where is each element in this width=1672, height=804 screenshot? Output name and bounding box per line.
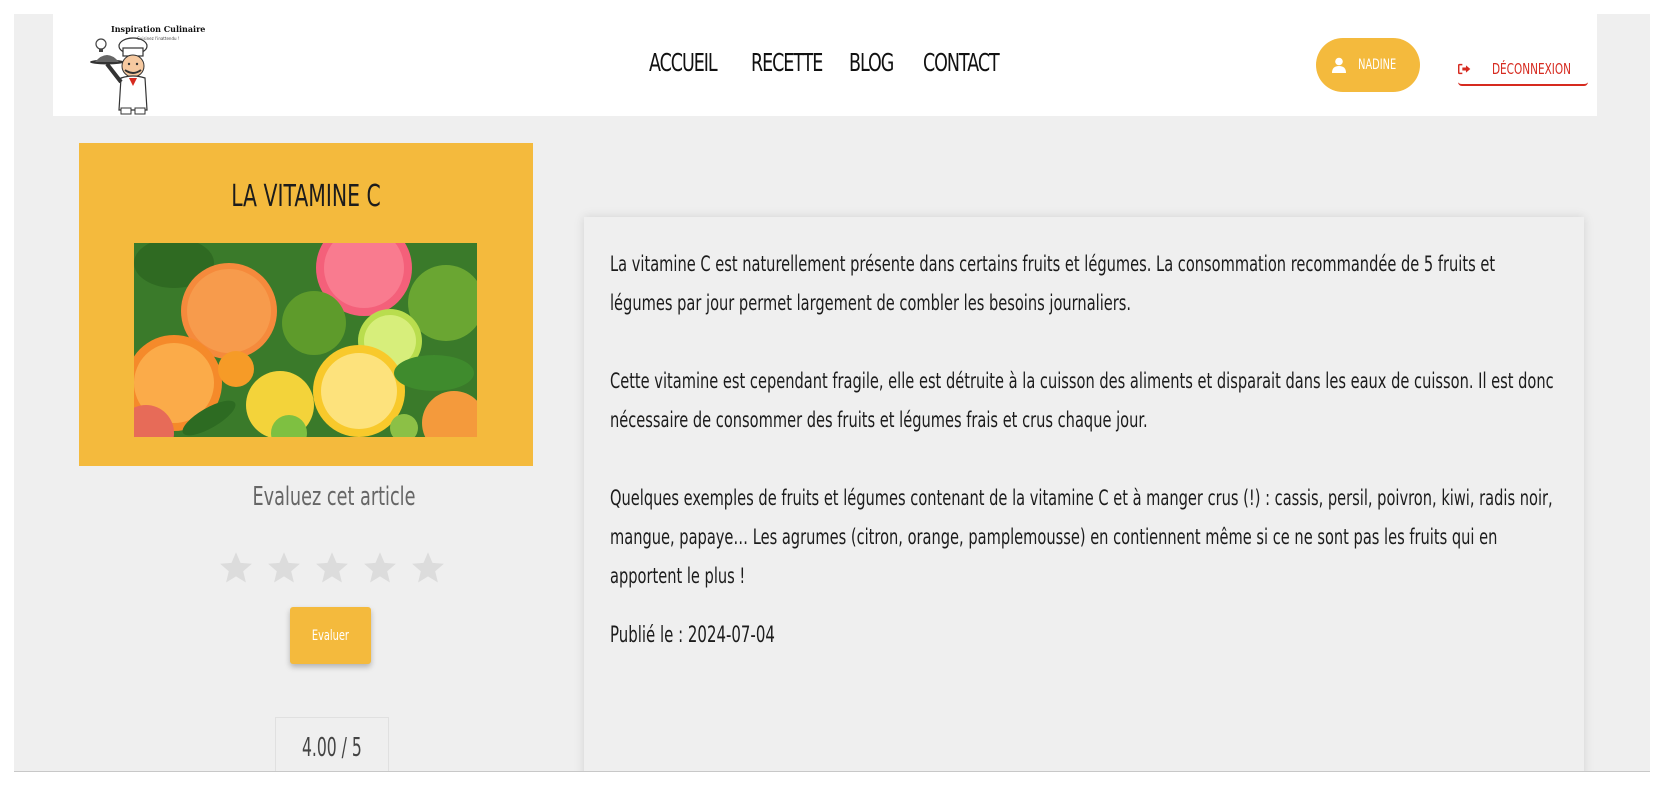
article-title: LA VITAMINE C xyxy=(231,179,381,214)
page-viewport: Inspiration Culinaire Cuisinez l'inatten… xyxy=(14,14,1650,771)
star-icon[interactable] xyxy=(218,550,254,586)
nav-link-recette[interactable]: RECETTE xyxy=(751,48,823,77)
article-paragraph: Quelques exemples de fruits et légumes c… xyxy=(610,486,1553,589)
average-score-box: 4.00 / 5 xyxy=(275,717,389,771)
logo-title: Inspiration Culinaire xyxy=(111,24,206,34)
star-icon[interactable] xyxy=(314,550,350,586)
citrus-fruits-image xyxy=(134,243,477,437)
rating-title: Evaluez cet article xyxy=(252,482,416,512)
article-paragraph: La vitamine C est naturellement présente… xyxy=(610,252,1496,316)
article-body: La vitamine C est naturellement présente… xyxy=(610,245,1555,655)
star-icon[interactable] xyxy=(266,550,302,586)
rate-button-label: Evaluer xyxy=(312,627,349,644)
star-icon[interactable] xyxy=(362,550,398,586)
nav-link-accueil[interactable]: ACCUEIL xyxy=(649,48,718,77)
star-icon[interactable] xyxy=(410,550,446,586)
nav-link-blog[interactable]: BLOG xyxy=(849,48,894,77)
article-header-card: LA VITAMINE C xyxy=(79,143,533,466)
rating-stars xyxy=(218,550,446,586)
site-logo[interactable]: Inspiration Culinaire Cuisinez l'inatten… xyxy=(87,20,205,116)
logout-button[interactable]: DÉCONNEXION xyxy=(1458,54,1588,86)
user-name: NADINE xyxy=(1358,57,1396,73)
article-content-card: La vitamine C est naturellement présente… xyxy=(584,217,1584,771)
navbar: Inspiration Culinaire Cuisinez l'inatten… xyxy=(53,14,1597,116)
sign-out-icon xyxy=(1458,63,1471,75)
rate-submit-button[interactable]: Evaluer xyxy=(290,607,371,664)
article-paragraph: Cette vitamine est cependant fragile, el… xyxy=(610,369,1554,433)
nav-link-contact[interactable]: CONTACT xyxy=(923,48,1000,77)
chef-logo-icon xyxy=(90,37,148,115)
logout-label: DÉCONNEXION xyxy=(1491,60,1572,78)
average-score: 4.00 / 5 xyxy=(302,733,362,763)
page-bottom-border xyxy=(14,771,1650,772)
main-nav: ACCUEIL RECETTE BLOG CONTACT xyxy=(649,48,1003,77)
logo-subtitle: Cuisinez l'inattendu ! xyxy=(137,36,180,41)
user-icon xyxy=(1331,57,1346,73)
published-date: Publié le : 2024-07-04 xyxy=(610,623,775,648)
user-profile-button[interactable]: NADINE xyxy=(1316,38,1420,92)
article-image xyxy=(134,243,477,437)
